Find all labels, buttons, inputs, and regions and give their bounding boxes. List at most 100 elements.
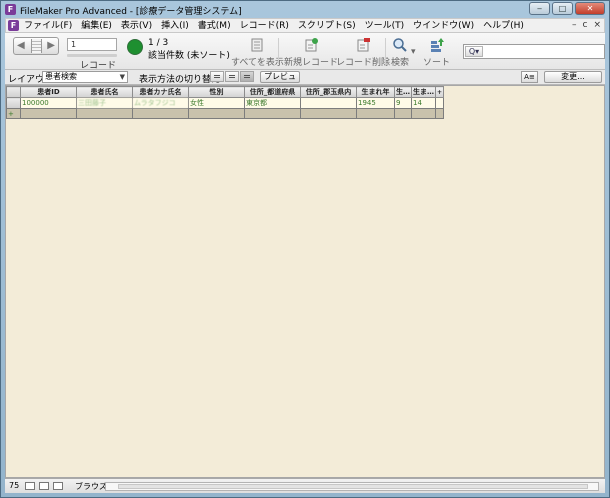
menu-records[interactable]: レコード(R) <box>240 20 289 32</box>
delete-record-label: レコード削除 <box>336 58 391 68</box>
document-icon[interactable]: F <box>8 20 19 31</box>
text-formatting-button[interactable]: A≡ <box>521 71 538 83</box>
menu-edit[interactable]: 編集(E) <box>81 20 112 32</box>
menu-view[interactable]: 表示(V) <box>121 20 152 32</box>
menu-file[interactable]: ファイル(F) <box>24 20 72 32</box>
next-record-icon[interactable]: ▶ <box>47 41 55 51</box>
record-book-icon[interactable] <box>31 39 42 53</box>
new-cell[interactable] <box>244 108 301 119</box>
show-all-icon <box>251 38 263 52</box>
document-window-controls: – ⅽ × <box>572 20 601 30</box>
found-status: 該当件数 (未ソート) <box>148 51 230 61</box>
column-header-patient-name[interactable]: 患者氏名 <box>76 86 133 98</box>
zoom-in-icon[interactable] <box>39 482 49 490</box>
new-record-label: 新規レコード <box>284 58 339 68</box>
table-view-button[interactable] <box>240 71 254 82</box>
new-cell[interactable] <box>411 108 436 119</box>
records-table: 患者ID 患者氏名 患者カナ氏名 性別 住所_都道府県 住所_郡玉県内 生まれ年… <box>6 86 445 119</box>
cell-patient-name[interactable]: 三田藤子 <box>76 97 133 109</box>
cell-birth-day[interactable]: 14 <box>411 97 436 109</box>
status-bar: 75 ブラウズ <box>5 478 605 493</box>
layout-bar: レイアウト: 患者検索 ▼ 表示方法の切り替え: プレビュー A≡ 変更... <box>5 70 605 91</box>
menu-insert[interactable]: 挿入(I) <box>161 20 189 32</box>
list-view-button[interactable] <box>225 71 239 82</box>
column-header-birth-day[interactable]: 生ま… <box>411 86 436 98</box>
doc-close-button[interactable]: × <box>593 20 601 30</box>
column-header-birth-year[interactable]: 生まれ年 <box>356 86 395 98</box>
column-header-patient-kana[interactable]: 患者カナ氏名 <box>132 86 189 98</box>
layout-dropdown[interactable]: 患者検索 ▼ <box>42 71 128 83</box>
add-column-button[interactable]: + <box>434 86 445 98</box>
cell-gender[interactable]: 女性 <box>188 97 245 109</box>
record-slider[interactable] <box>67 54 117 57</box>
quick-find-search-icon[interactable]: Q▾ <box>465 46 483 57</box>
chevron-down-icon: ▼ <box>119 73 125 81</box>
minimize-button[interactable]: ‒ <box>529 2 550 15</box>
found-set-pie-icon <box>127 39 143 55</box>
table-row[interactable]: 100000 三田藤子 ムラタフジコ 女性 東京都 1945 9 14 <box>6 97 445 109</box>
menu-window[interactable]: ウインドウ(W) <box>413 20 474 32</box>
new-cell[interactable] <box>394 108 412 119</box>
quick-find-field[interactable]: Q▾ <box>463 44 605 59</box>
new-cell[interactable] <box>76 108 133 119</box>
find-button[interactable]: 検索 <box>391 37 409 68</box>
new-record-row[interactable]: + <box>6 108 445 119</box>
find-menu-chevron-icon[interactable]: ▾ <box>411 47 416 57</box>
table-header-row: 患者ID 患者氏名 患者カナ氏名 性別 住所_都道府県 住所_郡玉県内 生まれ年… <box>6 86 445 98</box>
new-cell[interactable] <box>188 108 245 119</box>
cell-address-detail[interactable] <box>300 97 357 109</box>
new-cell[interactable] <box>356 108 395 119</box>
column-header-patient-id[interactable]: 患者ID <box>20 86 77 98</box>
cell-prefecture[interactable]: 東京都 <box>244 97 301 109</box>
row-selector[interactable] <box>6 97 21 109</box>
record-navigator[interactable]: ◀ ▶ <box>13 37 59 55</box>
toolbar-separator <box>385 38 386 64</box>
found-count: 1 / 3 <box>148 38 169 48</box>
sort-button[interactable]: ソート <box>423 37 450 68</box>
new-record-button[interactable]: 新規レコード <box>284 37 338 68</box>
new-record-marker[interactable]: + <box>6 108 21 119</box>
column-header-prefecture[interactable]: 住所_都道府県 <box>244 86 301 98</box>
new-cell[interactable] <box>132 108 189 119</box>
form-view-button[interactable] <box>210 71 224 82</box>
cell-patient-id[interactable]: 100000 <box>20 97 77 109</box>
mode-label: ブラウズ <box>75 482 107 491</box>
zoom-level[interactable]: 75 <box>9 481 19 490</box>
close-button[interactable]: ✕ <box>575 2 605 15</box>
status-toolbar: ◀ ▶ 1 レコード 1 / 3 該当件数 (未ソート) すべてを表示 新規レコ… <box>5 33 605 71</box>
cell-patient-kana[interactable]: ムラタフジコ <box>132 97 189 109</box>
delete-record-button[interactable]: レコード削除 <box>336 37 390 68</box>
doc-restore-button[interactable]: ⅽ <box>583 20 588 30</box>
sort-icon <box>430 38 444 52</box>
column-header-gender[interactable]: 性別 <box>188 86 245 98</box>
list-view-icon <box>229 75 235 78</box>
menu-format[interactable]: 書式(M) <box>198 20 231 32</box>
menu-tools[interactable]: ツール(T) <box>365 20 405 32</box>
column-header-birth-month[interactable]: 生… <box>394 86 412 98</box>
find-label: 検索 <box>391 58 410 68</box>
table-view-icon <box>244 75 250 78</box>
show-all-button[interactable]: すべてを表示 <box>231 37 284 68</box>
title-bar: F FileMaker Pro Advanced - [診療データ管理システム]… <box>1 1 609 18</box>
current-record-field[interactable]: 1 <box>67 38 117 51</box>
column-header-address-detail[interactable]: 住所_郡玉県内 <box>300 86 357 98</box>
modify-button[interactable]: 変更... <box>544 71 602 83</box>
cell-birth-month[interactable]: 9 <box>394 97 412 109</box>
new-record-icon <box>305 38 318 52</box>
doc-minimize-button[interactable]: – <box>572 20 577 30</box>
cell-birth-year[interactable]: 1945 <box>356 97 395 109</box>
new-cell[interactable] <box>300 108 357 119</box>
preview-button[interactable]: プレビュー <box>260 71 300 91</box>
cell-empty <box>434 97 445 109</box>
magnifier-icon <box>393 38 407 52</box>
menu-scripts[interactable]: スクリプト(S) <box>298 20 356 32</box>
horizontal-scrollbar[interactable] <box>105 482 599 491</box>
menu-help[interactable]: ヘルプ(H) <box>483 20 524 32</box>
scrollbar-thumb[interactable] <box>118 484 588 489</box>
maximize-button[interactable]: □ <box>552 2 573 15</box>
toggle-toolbar-icon[interactable] <box>53 482 63 490</box>
new-cell[interactable] <box>20 108 77 119</box>
filemaker-app-icon: F <box>5 4 16 15</box>
zoom-out-icon[interactable] <box>25 482 35 490</box>
previous-record-icon[interactable]: ◀ <box>17 41 25 51</box>
